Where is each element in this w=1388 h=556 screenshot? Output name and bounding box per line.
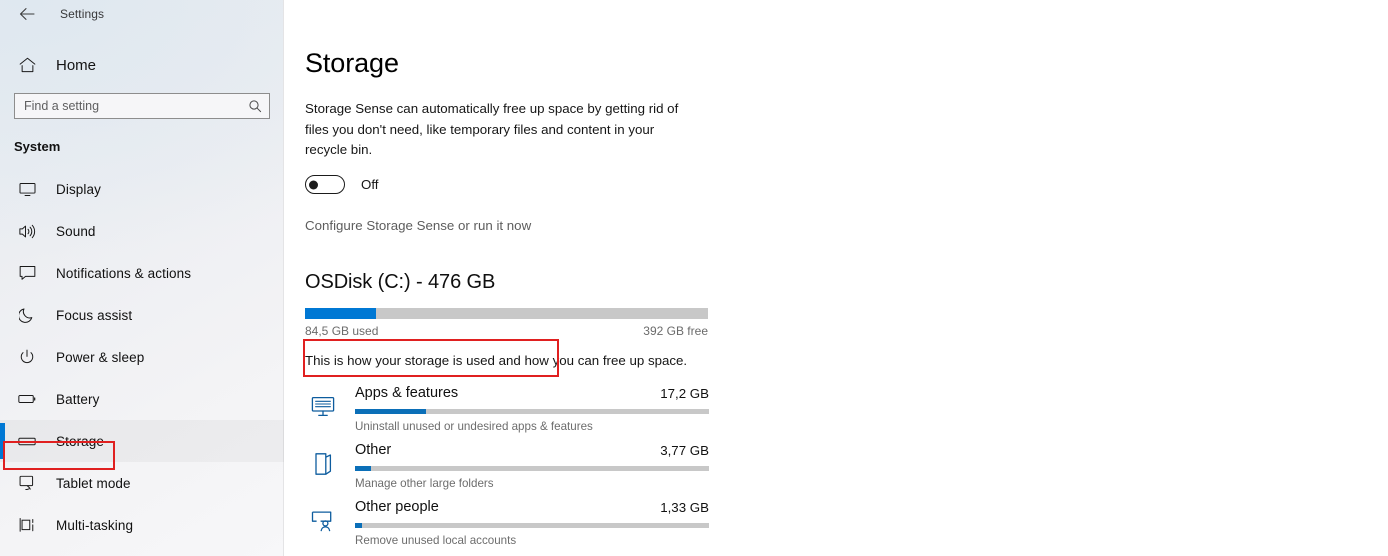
storage-sense-toggle[interactable] [305,175,345,195]
disk-title: OSDisk (C:) - 476 GB [305,270,496,293]
storage-category-bar-fill [355,465,371,471]
sidebar-item-notifications-label: Notifications & actions [56,265,192,281]
disk-usage-legend: 84,5 GB used 392 GB free [305,324,708,338]
disk-free-label: 392 GB free [643,323,708,338]
storage-category-bar-fill [355,408,426,414]
configure-storage-sense-link[interactable]: Configure Storage Sense or run it now [305,218,531,233]
disk-usage-note: This is how your storage is used and how… [305,352,688,368]
tablet-icon [14,475,40,491]
sidebar-item-display-label: Display [56,181,101,197]
storage-category-subtitle: Manage other large folders [355,476,494,490]
configure-link-wrap: Configure Storage Sense or run it now [303,196,559,377]
sidebar-item-power-sleep-label: Power & sleep [56,349,145,365]
multitasking-icon [14,517,40,533]
storage-sense-toggle-state: Off [361,177,379,193]
other-people-icon [309,507,337,535]
sidebar-item-multi-tasking-label: Multi-tasking [56,517,134,533]
disk-usage-bar-fill [305,307,376,319]
storage-category-name: Other people [355,498,439,515]
sidebar-item-power-sleep[interactable]: Power & sleep [0,336,284,378]
main-content: Storage Storage Sense can automatically … [284,0,1388,556]
storage-category-size: 17,2 GB [660,385,709,401]
storage-category-bar [355,465,709,471]
moon-icon [14,307,40,323]
home-icon [14,57,40,73]
sidebar-item-battery-label: Battery [56,391,100,407]
storage-sense-toggle-row: Off [305,174,1388,196]
storage-category-row[interactable]: Other people 1,33 GB Remove unused local… [305,499,709,556]
storage-category-size: 3,77 GB [660,442,709,458]
power-icon [14,349,40,365]
apps-monitor-icon [309,393,337,421]
sidebar-item-tablet-mode-label: Tablet mode [56,475,131,491]
sidebar-item-notifications[interactable]: Notifications & actions [0,252,284,294]
sidebar-item-sound-label: Sound [56,223,96,239]
sidebar-item-focus-assist-label: Focus assist [56,307,133,323]
sidebar-item-battery[interactable]: Battery [0,378,284,420]
sidebar-item-focus-assist[interactable]: Focus assist [0,294,284,336]
disk-usage-bar [305,307,708,319]
sidebar-group-heading: System [14,139,61,154]
notification-icon [14,265,40,281]
storage-category-size: 1,33 GB [660,499,709,515]
storage-category-bar-fill [355,522,363,528]
storage-category-subtitle: Remove unused local accounts [355,533,517,547]
search-icon[interactable] [248,99,262,113]
speaker-icon [14,224,40,239]
sidebar-item-home-label: Home [56,56,97,74]
search-box[interactable] [14,93,270,119]
sidebar-item-sound[interactable]: Sound [0,210,284,252]
search-input[interactable] [24,99,248,113]
sidebar-item-display[interactable]: Display [0,168,284,210]
storage-sense-description: Storage Sense can automatically free up … [305,101,679,157]
title-bar: Settings [0,0,284,28]
sidebar-item-home[interactable]: Home [0,50,284,80]
disk-used-label: 84,5 GB used [305,323,379,338]
back-arrow-icon[interactable] [14,3,40,25]
sidebar-item-storage[interactable]: Storage [0,420,284,462]
sidebar-item-storage-label: Storage [56,433,104,449]
sidebar: Settings Home System [0,0,284,556]
battery-icon [14,393,40,405]
storage-category-list: Apps & features 17,2 GB Uninstall unused… [305,385,1388,556]
storage-category-subtitle: Uninstall unused or undesired apps & fea… [355,419,593,433]
sidebar-item-tablet-mode[interactable]: Tablet mode [0,462,284,504]
storage-category-name: Apps & features [355,384,459,401]
storage-category-bar [355,522,709,528]
monitor-icon [14,182,40,197]
storage-category-name: Other [355,441,392,458]
app-title: Settings [60,7,105,21]
sidebar-item-multi-tasking[interactable]: Multi-tasking [0,504,284,546]
storage-drive-icon [14,436,40,447]
storage-category-row[interactable]: Apps & features 17,2 GB Uninstall unused… [305,385,709,442]
storage-category-row[interactable]: Other 3,77 GB Manage other large folders [305,442,709,499]
sidebar-nav: Display Sound Notifications & actions Fo… [0,168,284,546]
toggle-knob [309,180,318,190]
page-title: Storage [305,48,399,78]
settings-window: Settings Home System [0,0,1388,556]
folder-open-icon [309,450,337,478]
storage-category-bar [355,408,709,414]
